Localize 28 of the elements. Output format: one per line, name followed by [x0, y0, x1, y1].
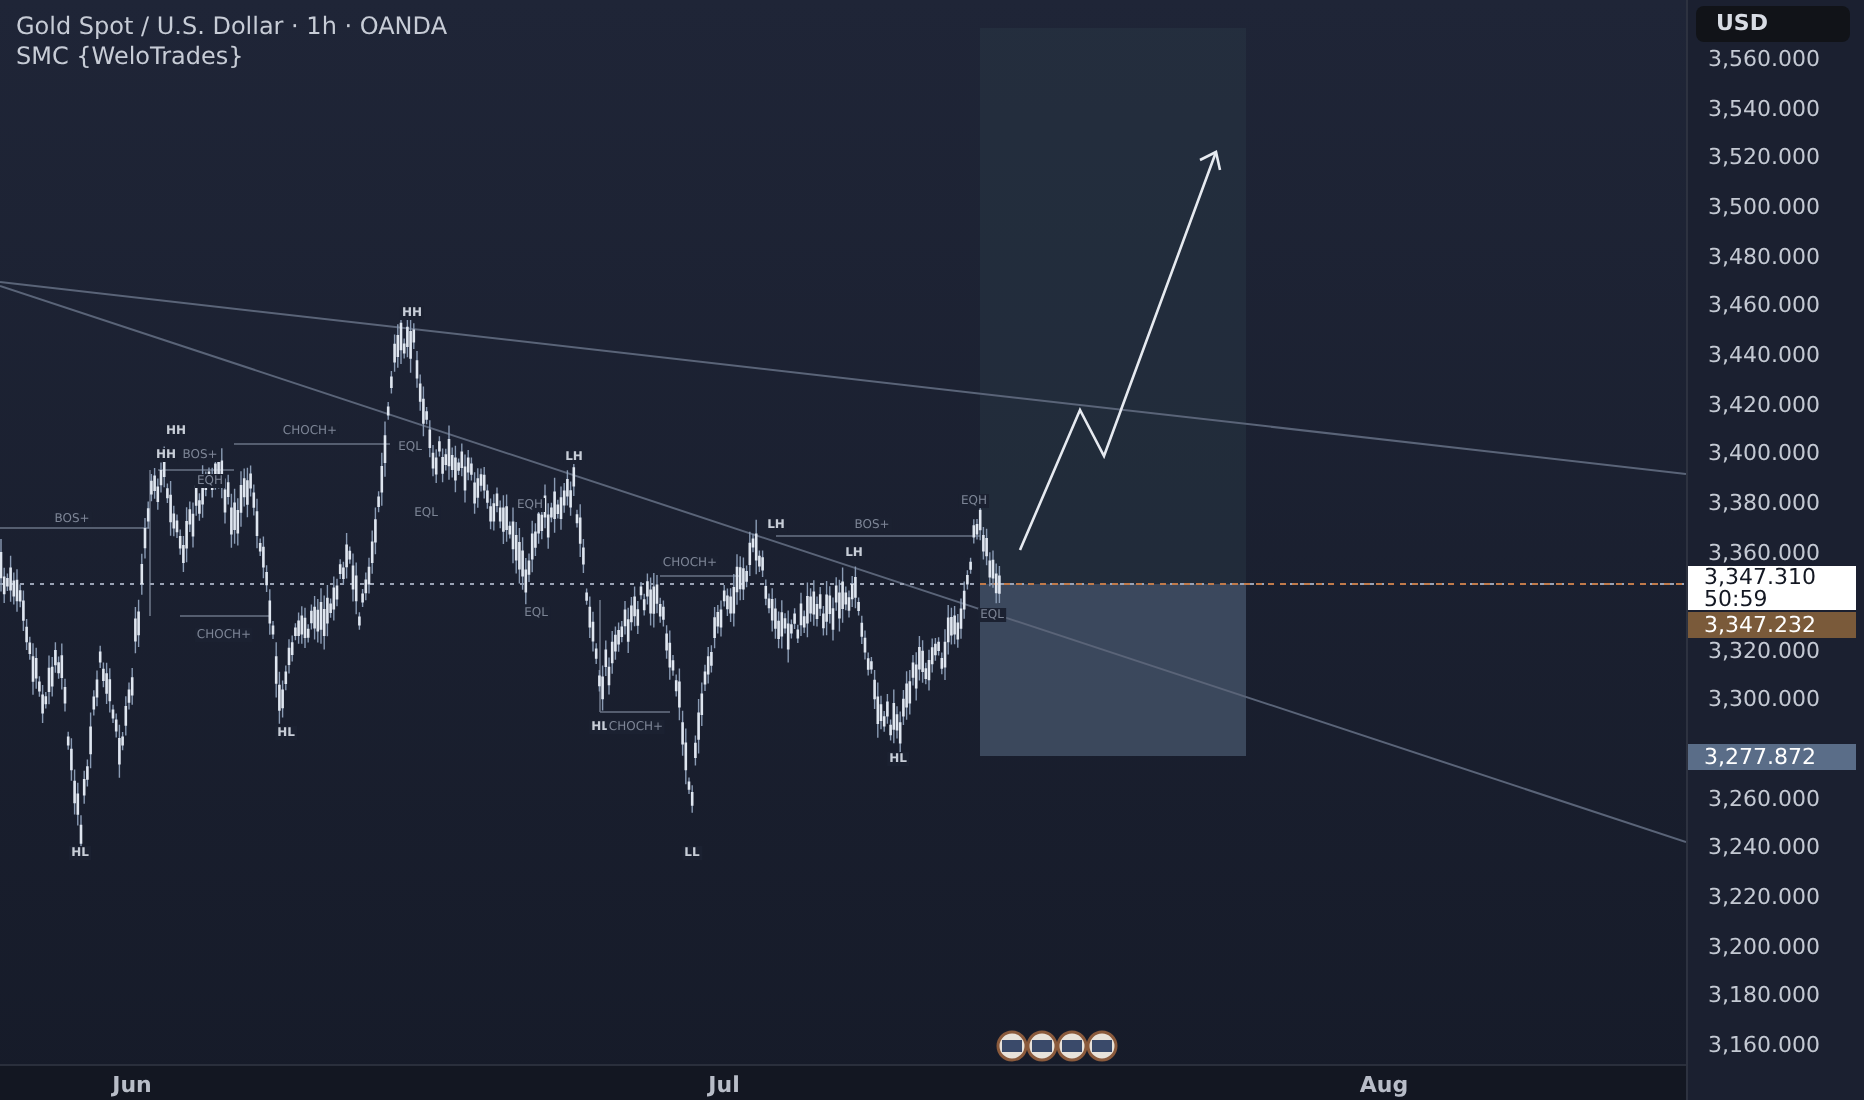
indicator-name: SMC {WeloTrades} [16, 42, 246, 72]
price-tick: 3,400.000 [1708, 438, 1820, 471]
price-tick: 3,560.000 [1708, 44, 1820, 76]
price-tick: 3,540.000 [1708, 93, 1820, 126]
price-tick: 3,180.000 [1708, 980, 1820, 1013]
last-price-tag: 3,347.310 50:59 [1688, 566, 1856, 610]
price-tick: 3,240.000 [1708, 832, 1820, 865]
price-tick: 3,360.000 [1708, 537, 1820, 567]
time-axis-label: Aug [1359, 1070, 1409, 1100]
price-tick: 3,380.000 [1708, 487, 1820, 520]
price-tick: 3,440.000 [1708, 339, 1820, 372]
price-tick: 3,480.000 [1708, 241, 1820, 274]
time-axis-label: Jun [112, 1070, 152, 1100]
time-axis-label: Jul [708, 1070, 740, 1100]
price-tick: 3,300.000 [1708, 684, 1820, 717]
entry-price-tag: 3,347.232 [1688, 612, 1856, 638]
price-tick: 3,260.000 [1708, 783, 1820, 816]
price-tick: 3,500.000 [1708, 191, 1820, 224]
price-tick: 3,320.000 [1708, 635, 1820, 668]
chart-title: Gold Spot / U.S. Dollar · 1h · OANDA [16, 12, 448, 42]
stop-price-tag: 3,277.872 [1688, 744, 1856, 770]
price-tick: 3,160.000 [1708, 1030, 1820, 1062]
price-tick: 3,520.000 [1708, 142, 1820, 175]
currency-button[interactable]: USD [1696, 6, 1850, 42]
price-tick: 3,200.000 [1708, 931, 1820, 964]
price-tick: 3,420.000 [1708, 389, 1820, 422]
price-tick: 3,220.000 [1708, 882, 1820, 915]
price-tick: 3,460.000 [1708, 290, 1820, 323]
